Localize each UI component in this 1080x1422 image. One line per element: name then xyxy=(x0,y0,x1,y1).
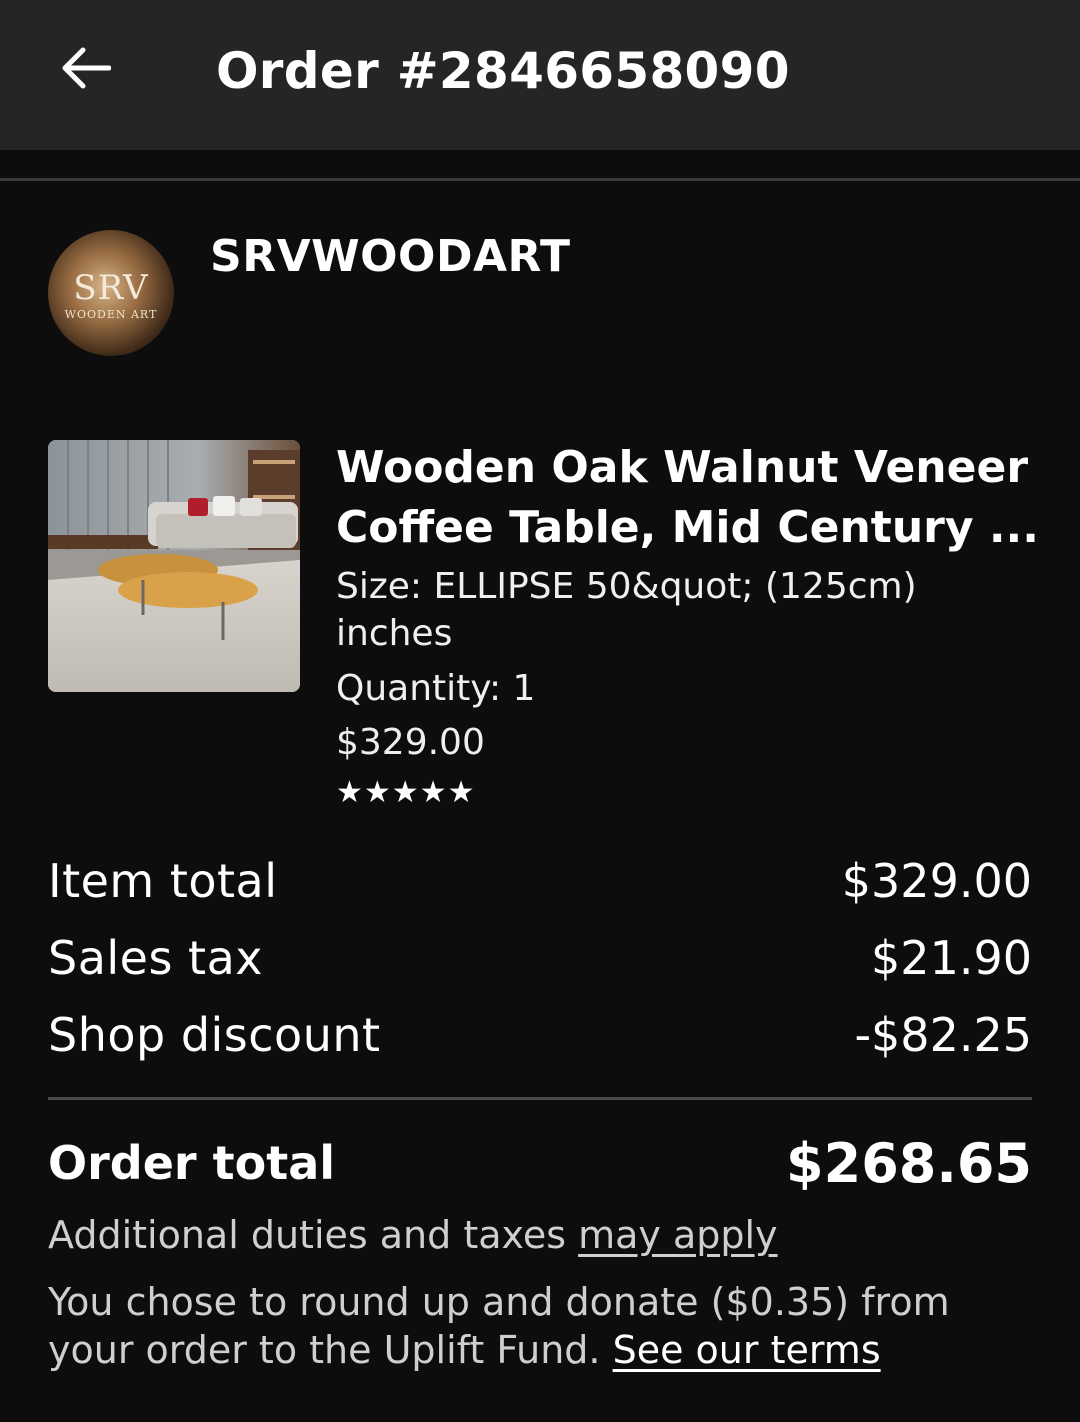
back-button[interactable] xyxy=(50,36,120,100)
order-total-label: Order total xyxy=(48,1136,336,1190)
donation-text-line: You chose to round up and donate ($0.35)… xyxy=(48,1280,950,1324)
summary-divider xyxy=(48,1097,1032,1100)
duties-note: Additional duties and taxes may apply xyxy=(48,1211,1048,1259)
shop-discount-label: Shop discount xyxy=(48,1008,381,1062)
section-divider xyxy=(0,178,1080,181)
product-size-unit: inches xyxy=(336,613,453,654)
item-total-label: Item total xyxy=(48,854,278,908)
item-total-value: $329.00 xyxy=(841,854,1032,908)
product-title-line: Coffee Table, Mid Century ... xyxy=(336,502,1039,553)
sales-tax-label: Sales tax xyxy=(48,931,264,985)
shop-logo-text: SRV xyxy=(73,268,149,308)
shop-name[interactable]: SRVWOODART xyxy=(210,230,570,284)
star-rating: ★★★★★ xyxy=(336,775,476,810)
donation-note: You chose to round up and donate ($0.35)… xyxy=(48,1278,1048,1374)
duties-text: Additional duties and taxes xyxy=(48,1213,579,1257)
may-apply-link[interactable]: may apply xyxy=(578,1213,777,1257)
page-title: Order #2846658090 xyxy=(216,42,790,100)
top-app-bar: Order #2846658090 xyxy=(0,0,1080,150)
arrow-left-icon xyxy=(62,47,111,89)
see-our-terms-link[interactable]: See our terms xyxy=(613,1328,881,1372)
shop-discount-row: Shop discount -$82.25 xyxy=(48,1005,1032,1065)
shop-avatar[interactable]: SRV WOODEN ART xyxy=(48,230,174,356)
order-total-row: Order total $268.65 xyxy=(48,1130,1032,1196)
product-title-line: Wooden Oak Walnut Veneer xyxy=(336,442,1029,493)
product-title[interactable]: Wooden Oak Walnut Veneer Coffee Table, M… xyxy=(336,438,1039,558)
donation-text-line: your order to the Uplift Fund. xyxy=(48,1328,613,1372)
product-price: $329.00 xyxy=(336,722,485,763)
order-total-value: $268.65 xyxy=(786,1131,1032,1195)
sales-tax-value: $21.90 xyxy=(871,931,1032,985)
product-image[interactable] xyxy=(48,440,300,692)
shop-logo-subtext: WOODEN ART xyxy=(64,308,158,321)
sales-tax-row: Sales tax $21.90 xyxy=(48,928,1032,988)
product-size: Size: ELLIPSE 50&quot; (125cm) xyxy=(336,566,917,607)
shop-discount-value: -$82.25 xyxy=(854,1008,1032,1062)
item-total-row: Item total $329.00 xyxy=(48,851,1032,911)
coffee-table-photo xyxy=(48,440,300,692)
product-quantity: Quantity: 1 xyxy=(336,668,536,709)
